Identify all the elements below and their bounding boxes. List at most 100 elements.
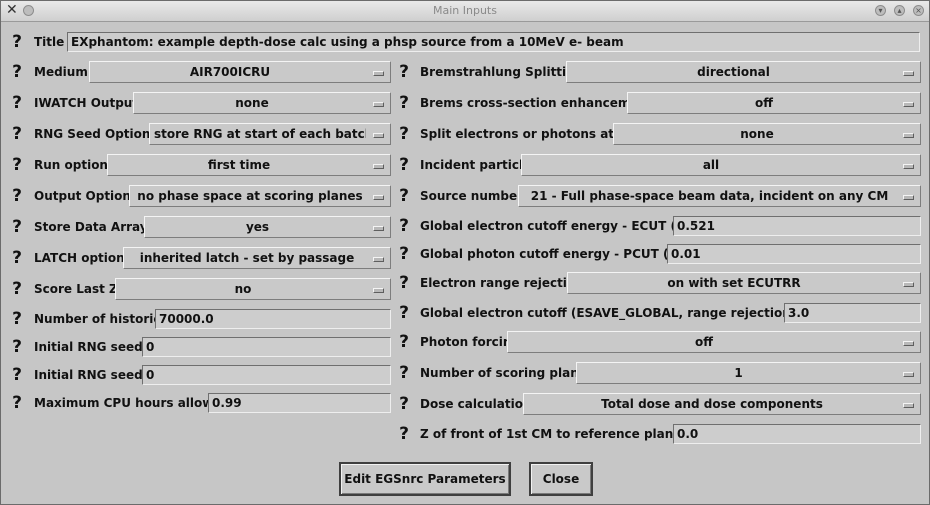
score-last-z-select[interactable]: no (115, 278, 391, 300)
rng-seed-1-label: Initial RNG seed 1 (34, 340, 156, 354)
score-last-z-value: no (234, 282, 252, 296)
scoring-planes-label: Number of scoring planes (420, 366, 595, 380)
help-icon-photon-forcing[interactable]: ? (396, 332, 412, 352)
dropdown-arrow-icon (903, 164, 914, 169)
help-icon-output-options[interactable]: ? (9, 186, 25, 206)
help-icon-dose-calc[interactable]: ? (396, 394, 412, 414)
window-maximize-icon[interactable]: ▴ (894, 5, 905, 16)
window-close-button-icon[interactable]: × (913, 5, 924, 16)
help-icon-split-cm[interactable]: ? (396, 124, 412, 144)
help-icon-brems-splitting[interactable]: ? (396, 62, 412, 82)
dropdown-arrow-icon (903, 282, 914, 287)
help-icon-run-option[interactable]: ? (9, 155, 25, 175)
help-icon-title[interactable]: ? (9, 32, 25, 52)
latch-option-select[interactable]: inherited latch - set by passage (123, 247, 391, 269)
dropdown-arrow-icon (373, 257, 384, 262)
store-data-arrays-label: Store Data Arrays (34, 220, 155, 234)
dropdown-arrow-icon (903, 195, 914, 200)
esave-global-label: Global electron cutoff (ESAVE_GLOBAL, ra… (420, 306, 835, 320)
help-icon-score-last-z[interactable]: ? (9, 279, 25, 299)
dropdown-arrow-icon (903, 133, 914, 138)
max-cpu-field[interactable]: 0.99 (208, 393, 391, 413)
latch-option-value: inherited latch - set by passage (139, 251, 355, 265)
help-icon-ecut[interactable]: ? (396, 216, 412, 236)
help-icon-esave-global[interactable]: ? (396, 303, 412, 323)
dose-calc-label: Dose calculation (420, 397, 532, 411)
run-option-label: Run option (34, 158, 108, 172)
pcut-label: Global photon cutoff energy - PCUT (MeV) (420, 247, 704, 261)
window-title: Main Inputs (433, 4, 497, 17)
help-icon-rng-seed-2[interactable]: ? (9, 365, 25, 385)
medium-select[interactable]: AIR700ICRU (89, 61, 391, 83)
photon-forcing-value: off (695, 335, 713, 349)
help-icon-iwatch[interactable]: ? (9, 93, 25, 113)
dropdown-arrow-icon (373, 164, 384, 169)
edit-egsnrc-parameters-button[interactable]: Edit EGSnrc Parameters (339, 462, 511, 496)
dropdown-arrow-icon (373, 71, 384, 76)
dropdown-arrow-icon (903, 372, 914, 377)
source-number-label: Source number (420, 189, 524, 203)
help-icon-pcut[interactable]: ? (396, 244, 412, 264)
output-options-select[interactable]: no phase space at scoring planes (129, 185, 391, 207)
dose-calc-select[interactable]: Total dose and dose components (523, 393, 921, 415)
iwatch-select[interactable]: none (133, 92, 391, 114)
help-icon-medium[interactable]: ? (9, 62, 25, 82)
medium-value: AIR700ICRU (189, 65, 271, 79)
brems-splitting-select[interactable]: directional (566, 61, 921, 83)
store-data-arrays-select[interactable]: yes (144, 216, 391, 238)
range-rejection-select[interactable]: on with set ECUTRR (567, 272, 921, 294)
photon-forcing-label: Photon forcing (420, 335, 521, 349)
brems-xsec-select[interactable]: off (627, 92, 921, 114)
help-icon-rng-seed-1[interactable]: ? (9, 337, 25, 357)
range-rejection-value: on with set ECUTRR (667, 276, 801, 290)
ecut-label: Global electron cutoff energy - ECUT (Me… (420, 219, 711, 233)
rng-seed-options-label: RNG Seed Options (34, 127, 158, 141)
help-icon-num-histories[interactable]: ? (9, 309, 25, 329)
scoring-planes-value: 1 (734, 366, 743, 380)
z-front-field[interactable]: 0.0 (673, 424, 921, 444)
pcut-field[interactable]: 0.01 (667, 244, 921, 264)
num-histories-label: Number of histories (34, 312, 169, 326)
help-icon-source-number[interactable]: ? (396, 186, 412, 206)
store-data-arrays-value: yes (245, 220, 270, 234)
help-icon-scoring-planes[interactable]: ? (396, 363, 412, 383)
incident-particle-label: Incident particle (420, 158, 532, 172)
run-option-select[interactable]: first time (107, 154, 391, 176)
medium-label: Medium (34, 65, 88, 79)
output-options-label: Output Options (34, 189, 139, 203)
ecut-field[interactable]: 0.521 (673, 216, 921, 236)
title-field[interactable]: EXphantom: example depth-dose calc using… (67, 32, 920, 52)
num-histories-field[interactable]: 70000.0 (155, 309, 391, 329)
help-icon-brems-xsec[interactable]: ? (396, 93, 412, 113)
source-number-select[interactable]: 21 - Full phase-space beam data, inciden… (518, 185, 921, 207)
source-number-value: 21 - Full phase-space beam data, inciden… (530, 189, 889, 203)
rng-seed-1-field[interactable]: 0 (142, 337, 391, 357)
help-icon-range-rejection[interactable]: ? (396, 273, 412, 293)
help-icon-incident-particle[interactable]: ? (396, 155, 412, 175)
brems-splitting-label: Bremstrahlung Splitting (420, 65, 584, 79)
rng-seed-2-field[interactable]: 0 (142, 365, 391, 385)
brems-xsec-value: off (755, 96, 773, 110)
dropdown-arrow-icon (903, 341, 914, 346)
scoring-planes-select[interactable]: 1 (576, 362, 921, 384)
help-icon-z-front[interactable]: ? (396, 424, 412, 444)
dropdown-arrow-icon (373, 288, 384, 293)
dose-calc-value: Total dose and dose components (601, 397, 823, 411)
help-icon-max-cpu[interactable]: ? (9, 393, 25, 413)
incident-particle-select[interactable]: all (521, 154, 921, 176)
close-button[interactable]: Close (529, 462, 593, 496)
iwatch-value: none (235, 96, 269, 110)
split-cm-select[interactable]: none (613, 123, 921, 145)
esave-global-field[interactable]: 3.0 (784, 303, 921, 323)
photon-forcing-select[interactable]: off (507, 331, 921, 353)
split-cm-value: none (740, 127, 774, 141)
window-shade-icon[interactable]: ▾ (875, 5, 886, 16)
dropdown-arrow-icon (373, 226, 384, 231)
split-cm-label: Split electrons or photons at CM (420, 127, 639, 141)
help-icon-latch-option[interactable]: ? (9, 248, 25, 268)
rng-seed-options-select[interactable]: store RNG at start of each batch (149, 123, 391, 145)
help-icon-store-data-arrays[interactable]: ? (9, 217, 25, 237)
dropdown-arrow-icon (903, 102, 914, 107)
rng-seed-2-label: Initial RNG seed 2 (34, 368, 156, 382)
help-icon-rng-seed-options[interactable]: ? (9, 124, 25, 144)
